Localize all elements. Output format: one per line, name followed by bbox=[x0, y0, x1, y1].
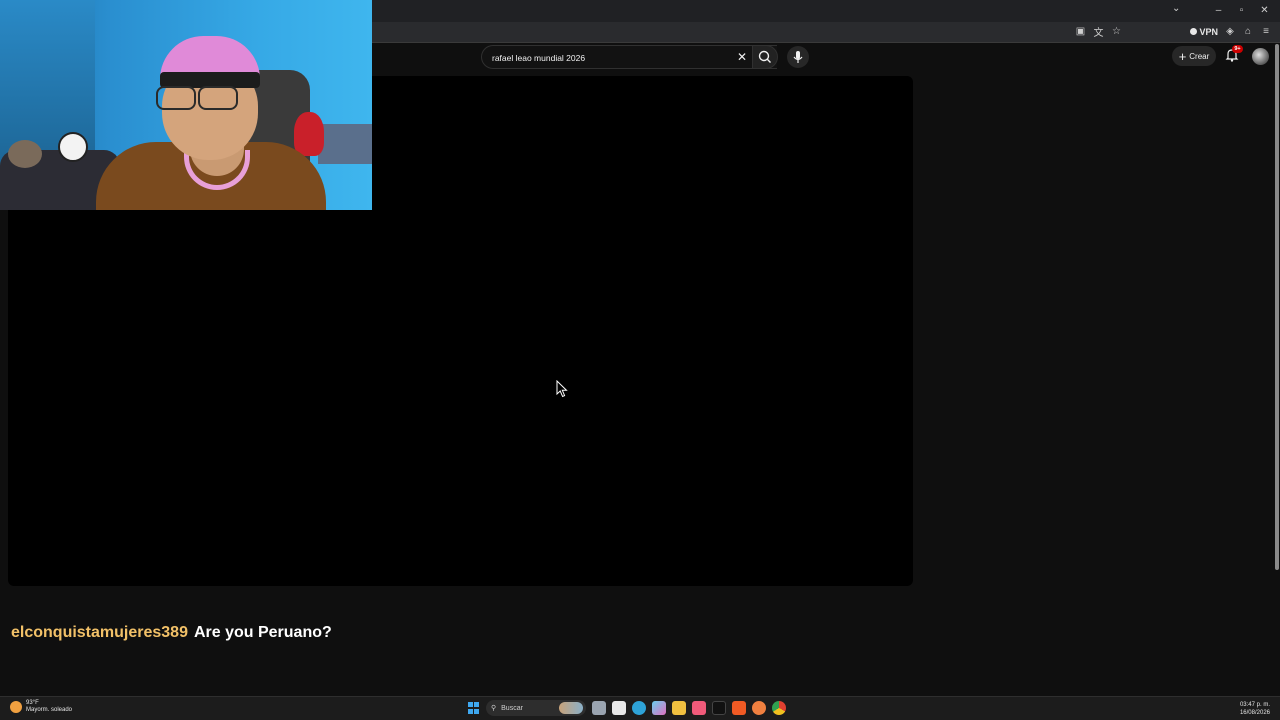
star-icon[interactable]: ☆ bbox=[1110, 26, 1122, 37]
music-icon[interactable] bbox=[692, 701, 706, 715]
store-icon[interactable] bbox=[612, 701, 626, 715]
search-button[interactable] bbox=[752, 45, 778, 69]
chat-message: elconquistamujeres389 Are you Peruano? bbox=[11, 624, 332, 642]
vpn-button[interactable]: VPN bbox=[1190, 27, 1218, 37]
chat-username: elconquistamujeres389 bbox=[11, 624, 188, 641]
vpn-label: VPN bbox=[1199, 26, 1218, 37]
chat-text: Are you Peruano? bbox=[193, 624, 332, 641]
create-label: Crear bbox=[1189, 51, 1210, 61]
file-explorer-icon[interactable] bbox=[672, 701, 686, 715]
webcam-soccer-ball bbox=[58, 132, 88, 162]
taskbar-apps: ⚲ Buscar bbox=[468, 700, 786, 716]
window-controls: – ▫ ✕ bbox=[1207, 2, 1276, 20]
translate-alt-icon[interactable]: 文 bbox=[1092, 24, 1104, 39]
create-button[interactable]: + Crear bbox=[1172, 46, 1216, 66]
brave-icon[interactable] bbox=[732, 701, 746, 715]
screen: ⌄ – ▫ ✕ ▣ 文 ☆ VPN ◈ ⌂ ≡ ✕ bbox=[0, 0, 1280, 720]
start-icon[interactable] bbox=[468, 702, 480, 714]
clock-time: 03:47 p. m. bbox=[1239, 702, 1270, 708]
weather-temperature: 93°F bbox=[26, 700, 39, 706]
taskbar: 93°F Mayorm. soleado ⚲ Buscar 03:47 p. m… bbox=[0, 696, 1280, 720]
tiktok-icon[interactable] bbox=[712, 701, 726, 715]
weather-text: 93°F Mayorm. soleado bbox=[26, 700, 72, 714]
task-view-icon[interactable] bbox=[592, 701, 606, 715]
menu-icon[interactable]: ≡ bbox=[1260, 26, 1272, 37]
clock[interactable]: 03:47 p. m. 16/08/2026 bbox=[1240, 701, 1270, 717]
taskbar-search-label: Buscar bbox=[501, 704, 523, 712]
notification-badge: 9+ bbox=[1232, 45, 1243, 53]
extension-icon[interactable]: ◈ bbox=[1224, 26, 1236, 37]
vpn-icon bbox=[1190, 28, 1198, 35]
close-button[interactable]: ✕ bbox=[1253, 2, 1276, 20]
search-icon: ⚲ bbox=[491, 705, 497, 712]
translate-icon[interactable]: ▣ bbox=[1074, 26, 1086, 37]
maximize-button[interactable]: ▫ bbox=[1230, 2, 1253, 20]
puzzle-icon[interactable]: ⌂ bbox=[1242, 26, 1254, 37]
firefox-icon[interactable] bbox=[752, 701, 766, 715]
webcam-person-glasses-left bbox=[156, 86, 196, 110]
clock-date: 16/08/2026 bbox=[1239, 710, 1270, 716]
search-input[interactable] bbox=[490, 46, 734, 70]
weather-widget[interactable]: 93°F Mayorm. soleado bbox=[10, 700, 72, 714]
search-box: ✕ bbox=[481, 45, 777, 70]
plus-icon: + bbox=[1178, 48, 1187, 64]
close-icon[interactable]: ✕ bbox=[734, 49, 750, 65]
microphone-icon bbox=[793, 51, 803, 63]
webcam-plush-toy bbox=[294, 112, 324, 156]
edge-icon[interactable] bbox=[632, 701, 646, 715]
webcam-person-glasses-right bbox=[198, 86, 238, 110]
mouse-cursor-icon bbox=[556, 380, 568, 398]
voice-search-button[interactable] bbox=[787, 46, 809, 68]
webcam-overlay bbox=[0, 0, 372, 210]
minimize-button[interactable]: – bbox=[1207, 2, 1230, 20]
copilot-icon[interactable] bbox=[652, 701, 666, 715]
scrollbar[interactable] bbox=[1275, 44, 1279, 570]
search-highlight-icon bbox=[559, 702, 583, 714]
chrome-icon[interactable] bbox=[772, 701, 786, 715]
avatar[interactable] bbox=[1252, 48, 1269, 65]
webcam-teddy bbox=[8, 140, 42, 168]
taskbar-search[interactable]: ⚲ Buscar bbox=[486, 700, 586, 716]
weather-condition: Mayorm. soleado bbox=[26, 707, 73, 713]
sun-icon bbox=[10, 701, 22, 713]
toolbar-icons: ▣ 文 ☆ VPN ◈ ⌂ ≡ bbox=[1074, 24, 1272, 39]
chevron-down-icon[interactable]: ⌄ bbox=[1172, 3, 1180, 14]
search-icon bbox=[758, 50, 771, 63]
webcam-shelf bbox=[318, 124, 372, 164]
